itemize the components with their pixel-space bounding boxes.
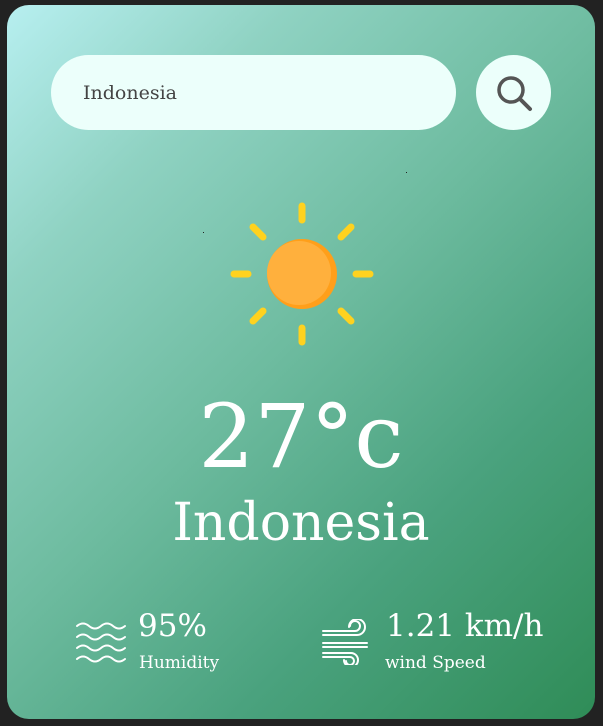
sun-icon [230, 202, 374, 346]
wind-icon [322, 619, 368, 665]
city-search-input[interactable] [51, 55, 456, 130]
humidity-waves-icon [76, 622, 126, 663]
humidity-value: 95% [138, 608, 207, 644]
city-name: Indonesia [172, 493, 430, 553]
stray-dot [203, 232, 204, 233]
temperature: 27°c [198, 385, 404, 488]
wind-speed-value: 1.21 km/h [386, 608, 544, 644]
search-icon [496, 75, 532, 111]
humidity-label: Humidity [139, 653, 220, 673]
search-button[interactable] [476, 55, 551, 130]
wind-speed-label: wind Speed [385, 653, 486, 673]
weather-card: 27°c Indonesia 95% Humidity 1.21 km/h [7, 5, 595, 719]
stray-dot [406, 172, 407, 173]
